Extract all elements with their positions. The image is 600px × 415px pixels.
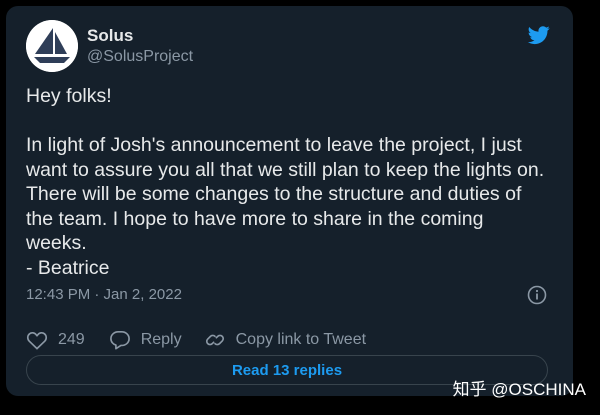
reply-label: Reply (140, 331, 182, 348)
speech-bubble-icon (109, 331, 130, 350)
tweet-card: Solus @SolusProject Hey folks! In light … (6, 6, 573, 396)
info-icon[interactable] (527, 285, 547, 305)
author-name[interactable]: Solus (87, 26, 133, 46)
copy-link-button[interactable]: Copy link to Tweet (204, 330, 366, 350)
twitter-bird-icon[interactable] (526, 24, 552, 46)
copy-link-label: Copy link to Tweet (235, 331, 367, 348)
like-count: 249 (58, 331, 85, 348)
watermark: 知乎 @OSCHINA (452, 380, 586, 399)
tweet-timestamp[interactable]: 12:43 PM · Jan 2, 2022 (26, 286, 182, 303)
reply-button[interactable]: Reply (109, 330, 182, 350)
heart-icon (26, 331, 48, 350)
solus-logo-icon (26, 20, 78, 72)
link-icon (205, 334, 224, 346)
tweet-text: Hey folks! In light of Josh's announceme… (26, 85, 545, 279)
like-button[interactable]: 249 (26, 330, 85, 350)
avatar[interactable] (26, 20, 78, 72)
action-bar: 249 Reply Copy link to Tweet (26, 328, 366, 352)
author-handle[interactable]: @SolusProject (87, 48, 193, 66)
